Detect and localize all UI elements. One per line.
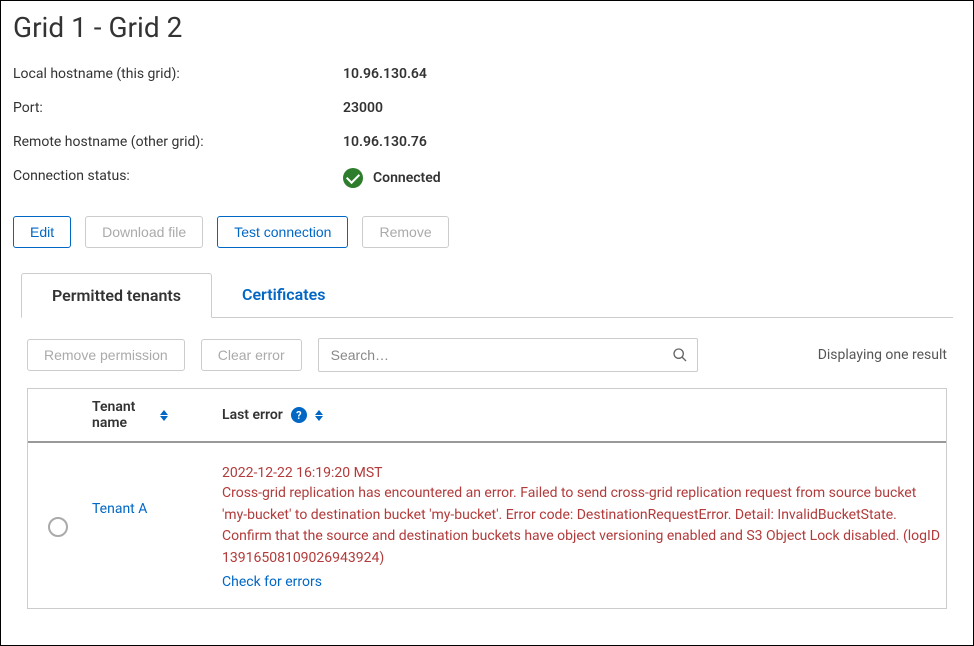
help-icon[interactable]: ? xyxy=(291,407,307,423)
local-hostname-value: 10.96.130.64 xyxy=(343,66,961,82)
connection-info: Local hostname (this grid): 10.96.130.64… xyxy=(13,66,961,188)
search-icon xyxy=(672,347,688,363)
remove-button[interactable]: Remove xyxy=(362,216,448,248)
last-error-cell: 2022-12-22 16:19:20 MST Cross-grid repli… xyxy=(218,465,946,590)
remote-hostname-label: Remote hostname (other grid): xyxy=(13,134,343,150)
connection-status-value: Connected xyxy=(373,170,441,186)
port-value: 23000 xyxy=(343,100,961,116)
tenant-toolbar: Remove permission Clear error Displaying… xyxy=(27,338,947,372)
test-connection-button[interactable]: Test connection xyxy=(217,216,348,248)
check-for-errors-link[interactable]: Check for errors xyxy=(222,574,322,590)
port-label: Port: xyxy=(13,100,343,116)
sort-icon xyxy=(160,410,168,421)
remove-permission-button[interactable]: Remove permission xyxy=(27,339,185,371)
sort-icon xyxy=(315,410,323,421)
local-hostname-label: Local hostname (this grid): xyxy=(13,66,343,82)
status-connected-icon xyxy=(343,168,363,188)
th-tenant-name-label: Tenant name xyxy=(92,399,152,431)
tab-permitted-tenants[interactable]: Permitted tenants xyxy=(21,273,212,318)
remote-hostname-value: 10.96.130.76 xyxy=(343,134,961,150)
page-title: Grid 1 - Grid 2 xyxy=(13,11,961,44)
download-file-button[interactable]: Download file xyxy=(85,216,203,248)
clear-error-button[interactable]: Clear error xyxy=(201,339,302,371)
error-timestamp: 2022-12-22 16:19:20 MST xyxy=(222,465,942,481)
tenant-name-link[interactable]: Tenant A xyxy=(92,465,147,517)
connection-status-label: Connection status: xyxy=(13,168,343,188)
th-tenant-name[interactable]: Tenant name xyxy=(88,399,218,431)
tenants-table: Tenant name Last error ? xyxy=(27,388,947,609)
th-last-error-label: Last error xyxy=(222,407,283,423)
action-button-row: Edit Download file Test connection Remov… xyxy=(13,216,961,248)
tab-certificates[interactable]: Certificates xyxy=(212,273,355,318)
table-row: Tenant A 2022-12-22 16:19:20 MST Cross-g… xyxy=(28,443,946,608)
table-header: Tenant name Last error ? xyxy=(28,389,946,443)
result-count-text: Displaying one result xyxy=(818,347,947,363)
tab-content-permitted-tenants: Remove permission Clear error Displaying… xyxy=(21,318,953,609)
search-input[interactable] xyxy=(318,338,698,372)
error-message: Cross-grid replication has encountered a… xyxy=(222,483,942,570)
th-last-error[interactable]: Last error ? xyxy=(218,399,946,431)
edit-button[interactable]: Edit xyxy=(13,216,71,248)
tabs: Permitted tenants Certificates xyxy=(21,272,953,318)
row-select-radio[interactable] xyxy=(48,517,68,537)
